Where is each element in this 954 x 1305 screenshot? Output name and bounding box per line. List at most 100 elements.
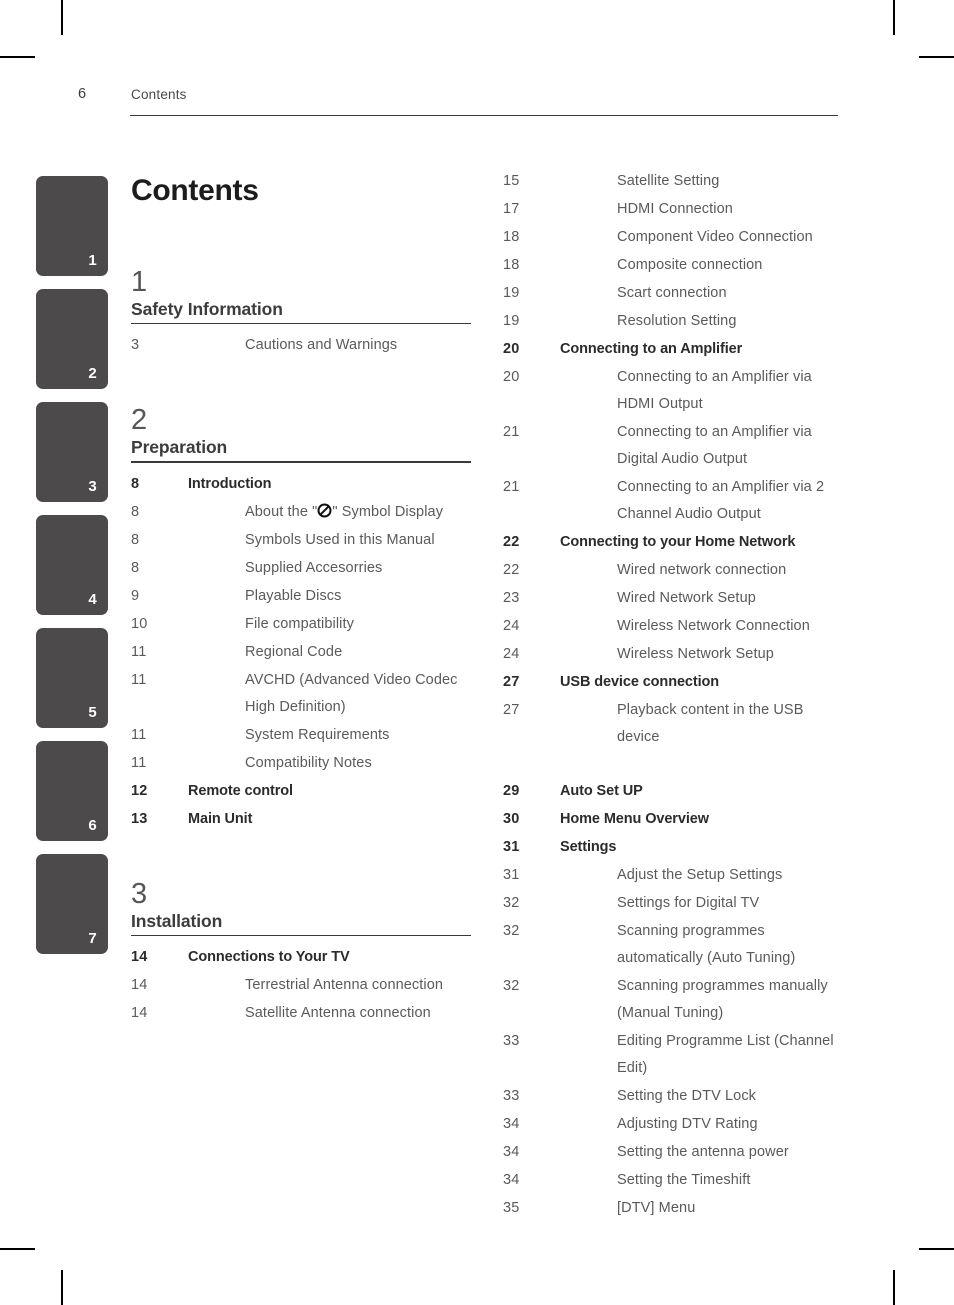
- toc-entry[interactable]: 17 HDMI Connection: [503, 196, 844, 223]
- toc-entry[interactable]: 29 Auto Set UP: [503, 778, 844, 805]
- toc-entry-label: Introduction: [188, 475, 272, 492]
- toc-entry[interactable]: 19 Scart connection: [503, 280, 844, 307]
- toc-entry[interactable]: 8 About the " " Symbol Display: [131, 499, 471, 526]
- toc-entry-label: Connecting to an Amplifier via 2 Channel…: [617, 479, 825, 522]
- toc-entry[interactable]: 31 Adjust the Setup Settings: [503, 862, 844, 889]
- toc-entry[interactable]: 20 Connecting to an Amplifier: [503, 336, 844, 363]
- section-title: Installation: [131, 910, 223, 931]
- toc-entry-page: 27: [503, 702, 520, 718]
- toc-entry[interactable]: 27 Playback content in the USB device: [503, 697, 844, 751]
- toc-entry[interactable]: 34 Setting the antenna power: [503, 1139, 844, 1166]
- crop-mark-bottom-left: [61, 1270, 63, 1305]
- toc-list: 14 Connections to Your TV 14 Terrestrial An…: [131, 944, 471, 1027]
- toc-section: 3 Installation 14 Connections to Your TV 14 T…: [131, 878, 471, 1027]
- toc-entry-label: Composite connection: [617, 257, 763, 273]
- toc-entry-label: USB device connection: [560, 674, 720, 690]
- toc-entry-label: Editing Programme List (Channel Edit): [617, 1033, 834, 1076]
- toc-entry-page: 20: [503, 369, 520, 385]
- toc-entry[interactable]: 12 Remote control: [131, 778, 471, 805]
- toc-entry[interactable]: 32 Scanning programmes manually (Manual T…: [503, 973, 844, 1027]
- toc-entry[interactable]: 30 Home Menu Overview: [503, 806, 844, 833]
- page-title: Contents: [131, 174, 259, 207]
- toc-entry[interactable]: 32 Settings for Digital TV: [503, 890, 844, 917]
- toc-entry[interactable]: 22 Wired network connection: [503, 557, 844, 584]
- toc-entry[interactable]: 15 Satellite Setting: [503, 168, 844, 195]
- toc-entry[interactable]: 18 Component Video Connection: [503, 224, 844, 251]
- toc-entry[interactable]: 23 Wired Network Setup: [503, 585, 844, 612]
- chapter-tab-5: 5: [36, 628, 108, 728]
- toc-entry[interactable]: 34 Setting the Timeshift: [503, 1167, 844, 1194]
- crop-mark-top-right: [893, 0, 895, 35]
- toc-list: 8 Introduction 8 About the " " Symbol Displa…: [131, 471, 471, 833]
- toc-entry[interactable]: 9 Playable Discs: [131, 583, 471, 610]
- chapter-tab-number: 6: [88, 817, 97, 834]
- toc-entry-label: Satellite Setting: [617, 173, 720, 189]
- toc-entry[interactable]: 14 Connections to Your TV: [131, 944, 471, 971]
- toc-entry-page: 11: [131, 643, 147, 660]
- toc-entry[interactable]: 35 [DTV] Menu: [503, 1195, 844, 1222]
- toc-entry-label: Setting the DTV Lock: [617, 1088, 757, 1104]
- toc-entry-label: Settings for Digital TV: [617, 895, 760, 911]
- toc-entry-label: Connecting to your Home Network: [560, 534, 796, 550]
- toc-entry[interactable]: 20 Connecting to an Amplifier via HDMI Ou…: [503, 364, 844, 418]
- toc-entry-page: 9: [131, 587, 140, 604]
- toc-entry-label: Satellite Antenna connection: [245, 1005, 431, 1022]
- toc-entry-label: Playable Discs: [245, 587, 342, 604]
- toc-entry[interactable]: 21 Connecting to an Amplifier via 2 Chann…: [503, 474, 844, 528]
- toc-entry[interactable]: 3 Cautions and Warnings: [131, 332, 471, 359]
- toc-entry-page: 18: [503, 229, 520, 245]
- toc-entry[interactable]: 11 Regional Code: [131, 639, 471, 666]
- toc-entry[interactable]: 31 Settings: [503, 834, 844, 861]
- toc-entry-label: Compatibility Notes: [245, 754, 372, 771]
- toc-entry[interactable]: 11 System Requirements: [131, 722, 471, 749]
- toc-entry[interactable]: 33 Setting the DTV Lock: [503, 1083, 844, 1110]
- toc-entry[interactable]: 22 Connecting to your Home Network: [503, 529, 844, 556]
- toc-entry-label: Connecting to an Amplifier: [560, 341, 743, 357]
- toc-entry-page: 27: [503, 674, 520, 690]
- toc-entry[interactable]: 8 Introduction: [131, 471, 471, 498]
- toc-entry-page: 21: [503, 479, 520, 495]
- toc-entry-label: Supplied Accesorries: [245, 559, 383, 576]
- toc-entry-label: Setting the Timeshift: [617, 1172, 751, 1188]
- toc-entry[interactable]: 14 Terrestrial Antenna connection: [131, 972, 471, 999]
- toc-entry[interactable]: 8 Symbols Used in this Manual: [131, 527, 471, 554]
- toc-entry[interactable]: 33 Editing Programme List (Channel Edit): [503, 1028, 844, 1082]
- crop-mark-right-top: [919, 56, 954, 58]
- toc-entry-page: 23: [503, 590, 520, 606]
- toc-entry-page: 14: [131, 1005, 148, 1022]
- toc-entry[interactable]: 24 Wireless Network Connection: [503, 613, 844, 640]
- toc-entry[interactable]: 13 Main Unit: [131, 806, 471, 833]
- toc-entry[interactable]: 18 Composite connection: [503, 252, 844, 279]
- toc-entry-page: 12: [131, 782, 148, 799]
- toc-entry[interactable]: 11 AVCHD (Advanced Video Codec High Defin…: [131, 667, 471, 721]
- toc-entry[interactable]: 10 File compatibility: [131, 611, 471, 638]
- toc-entry-label: Scart connection: [617, 285, 727, 301]
- toc-entry-page: 33: [503, 1088, 520, 1104]
- toc-entry-label: Connections to Your TV: [188, 949, 350, 966]
- toc-entry[interactable]: 14 Satellite Antenna connection: [131, 1000, 471, 1027]
- toc-entry-label: Remote control: [188, 782, 293, 799]
- toc-entry-page: 13: [131, 810, 148, 827]
- section-number: 1: [131, 266, 148, 298]
- toc-entry[interactable]: 34 Adjusting DTV Rating: [503, 1111, 844, 1138]
- toc-right-column: 15 Satellite Setting 17 HDMI Connection 18 Co…: [503, 168, 844, 1223]
- page-number: 6: [78, 86, 87, 102]
- toc-entry-page: 8: [131, 559, 140, 576]
- toc-entry[interactable]: 11 Compatibility Notes: [131, 750, 471, 777]
- toc-section: 2 Preparation 8 Introduction 8 About the " " S…: [131, 404, 471, 832]
- toc-entry[interactable]: 24 Wireless Network Setup: [503, 641, 844, 668]
- toc-entry-label: Component Video Connection: [617, 229, 813, 245]
- toc-entry[interactable]: 32 Scanning programmes automatically (Aut…: [503, 918, 844, 972]
- toc-entry[interactable]: 8 Supplied Accesorries: [131, 555, 471, 582]
- chapter-tab-3: 3: [36, 402, 108, 502]
- toc-entry-page: 30: [503, 811, 520, 827]
- toc-entry-label: Wired Network Setup: [617, 590, 756, 606]
- header-rule: [130, 115, 838, 116]
- toc-entry-label: Auto Set UP: [560, 783, 643, 799]
- toc-entry[interactable]: 19 Resolution Setting: [503, 308, 844, 335]
- toc-entry[interactable]: 27 USB device connection: [503, 669, 844, 696]
- toc-entry-page: 11: [131, 726, 147, 743]
- toc-entry-label: About the " " Symbol Display: [245, 499, 471, 526]
- toc-entry-label: Setting the antenna power: [617, 1144, 789, 1160]
- toc-entry[interactable]: 21 Connecting to an Amplifier via Digital…: [503, 419, 844, 473]
